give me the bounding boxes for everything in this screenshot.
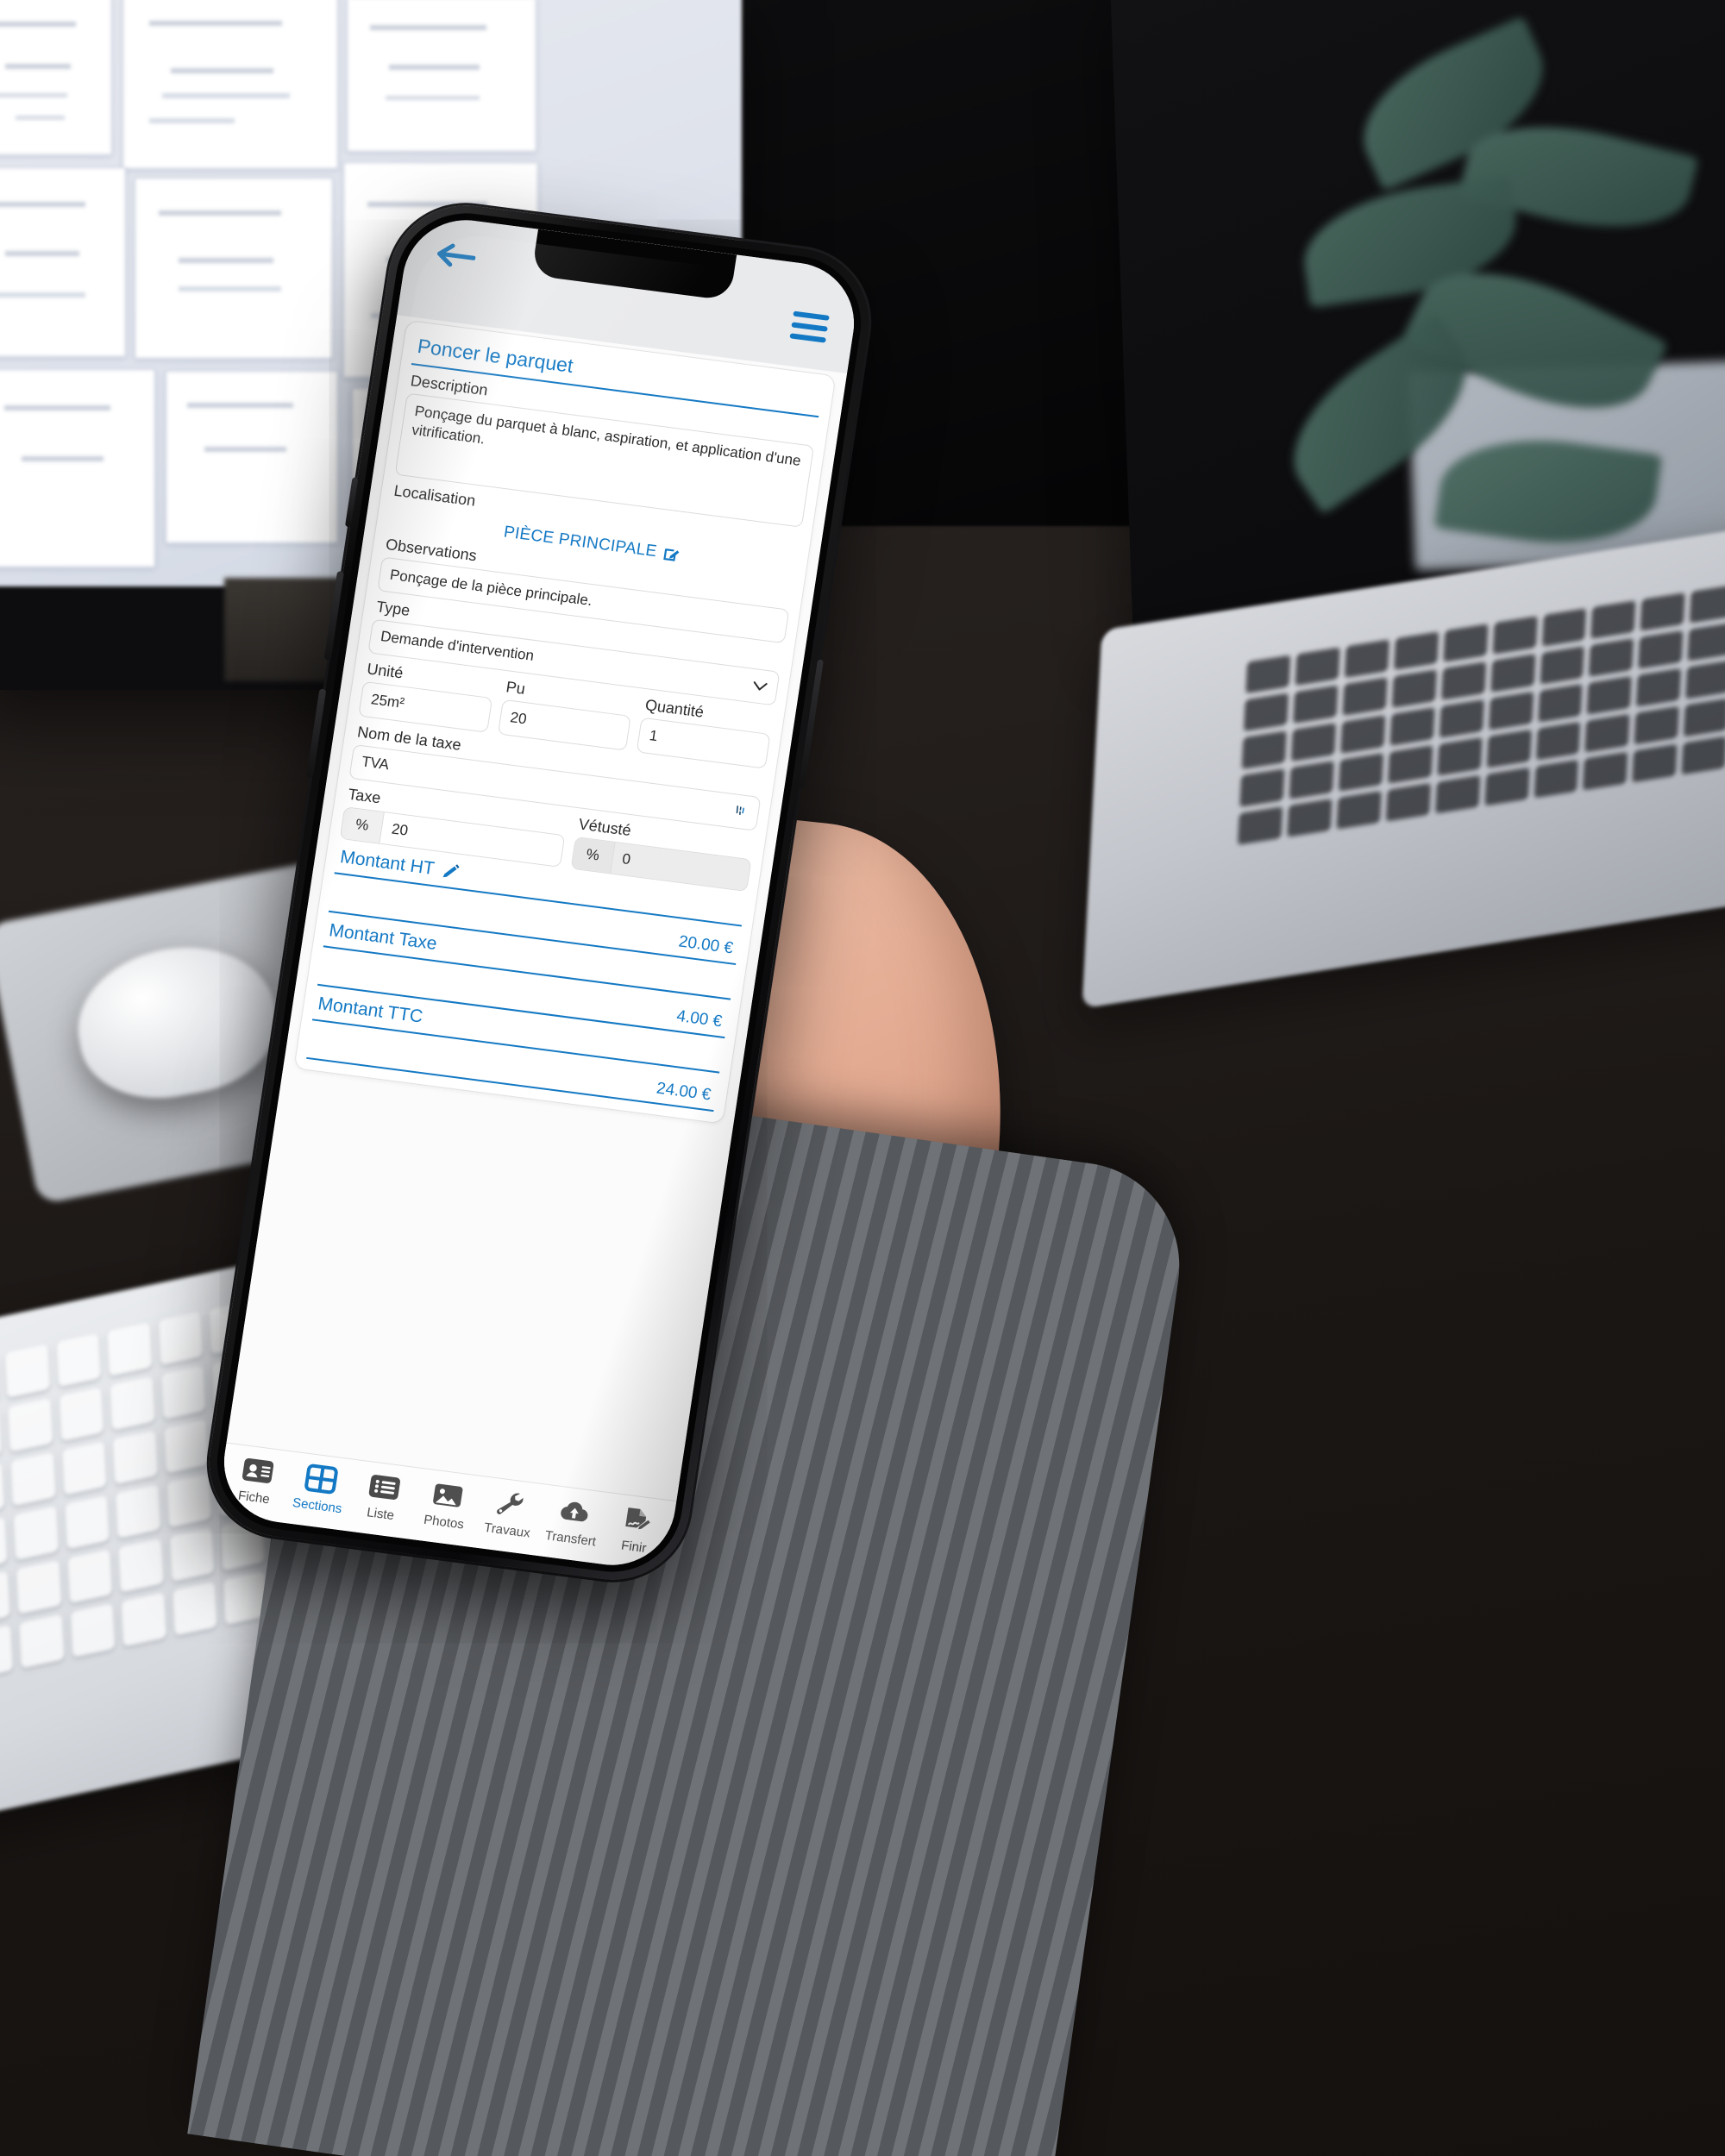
- vetuste-percent-sign: %: [571, 837, 616, 874]
- image-icon: [433, 1483, 463, 1507]
- tab-transfert-label: Transfert: [543, 1528, 598, 1550]
- tab-transfert[interactable]: Transfert: [537, 1494, 608, 1551]
- edit-square-icon[interactable]: [662, 544, 681, 563]
- cloud-upload-icon: [561, 1501, 588, 1522]
- contact-card-icon: [242, 1458, 274, 1483]
- wrench-icon: [497, 1493, 524, 1514]
- montant-ht-label: Montant HT: [338, 846, 436, 879]
- hamburger-menu-icon[interactable]: [789, 310, 830, 343]
- tab-liste-label: Liste: [366, 1505, 396, 1524]
- tab-photos[interactable]: Photos: [411, 1476, 482, 1533]
- nom-taxe-value: TVA: [361, 753, 391, 774]
- tab-travaux[interactable]: Travaux: [474, 1485, 545, 1542]
- document-edit-icon: [625, 1507, 650, 1530]
- tab-sections-label: Sections: [291, 1495, 343, 1517]
- pencil-icon[interactable]: [441, 862, 461, 881]
- tax-bars-icon[interactable]: [732, 804, 750, 819]
- tab-sections[interactable]: Sections: [285, 1460, 355, 1517]
- tab-fiche-label: Fiche: [236, 1488, 271, 1507]
- list-icon: [368, 1475, 400, 1500]
- tab-travaux-label: Travaux: [483, 1520, 531, 1541]
- back-arrow-icon[interactable]: [434, 241, 477, 272]
- tab-finir-label: Finir: [620, 1538, 648, 1557]
- taxe-percent-sign: %: [340, 807, 385, 843]
- houseplant: [1251, 16, 1716, 621]
- tab-liste[interactable]: Liste: [348, 1469, 418, 1526]
- chevron-down-icon: [753, 681, 768, 691]
- grid-icon: [304, 1463, 338, 1495]
- tab-photos-label: Photos: [423, 1512, 465, 1532]
